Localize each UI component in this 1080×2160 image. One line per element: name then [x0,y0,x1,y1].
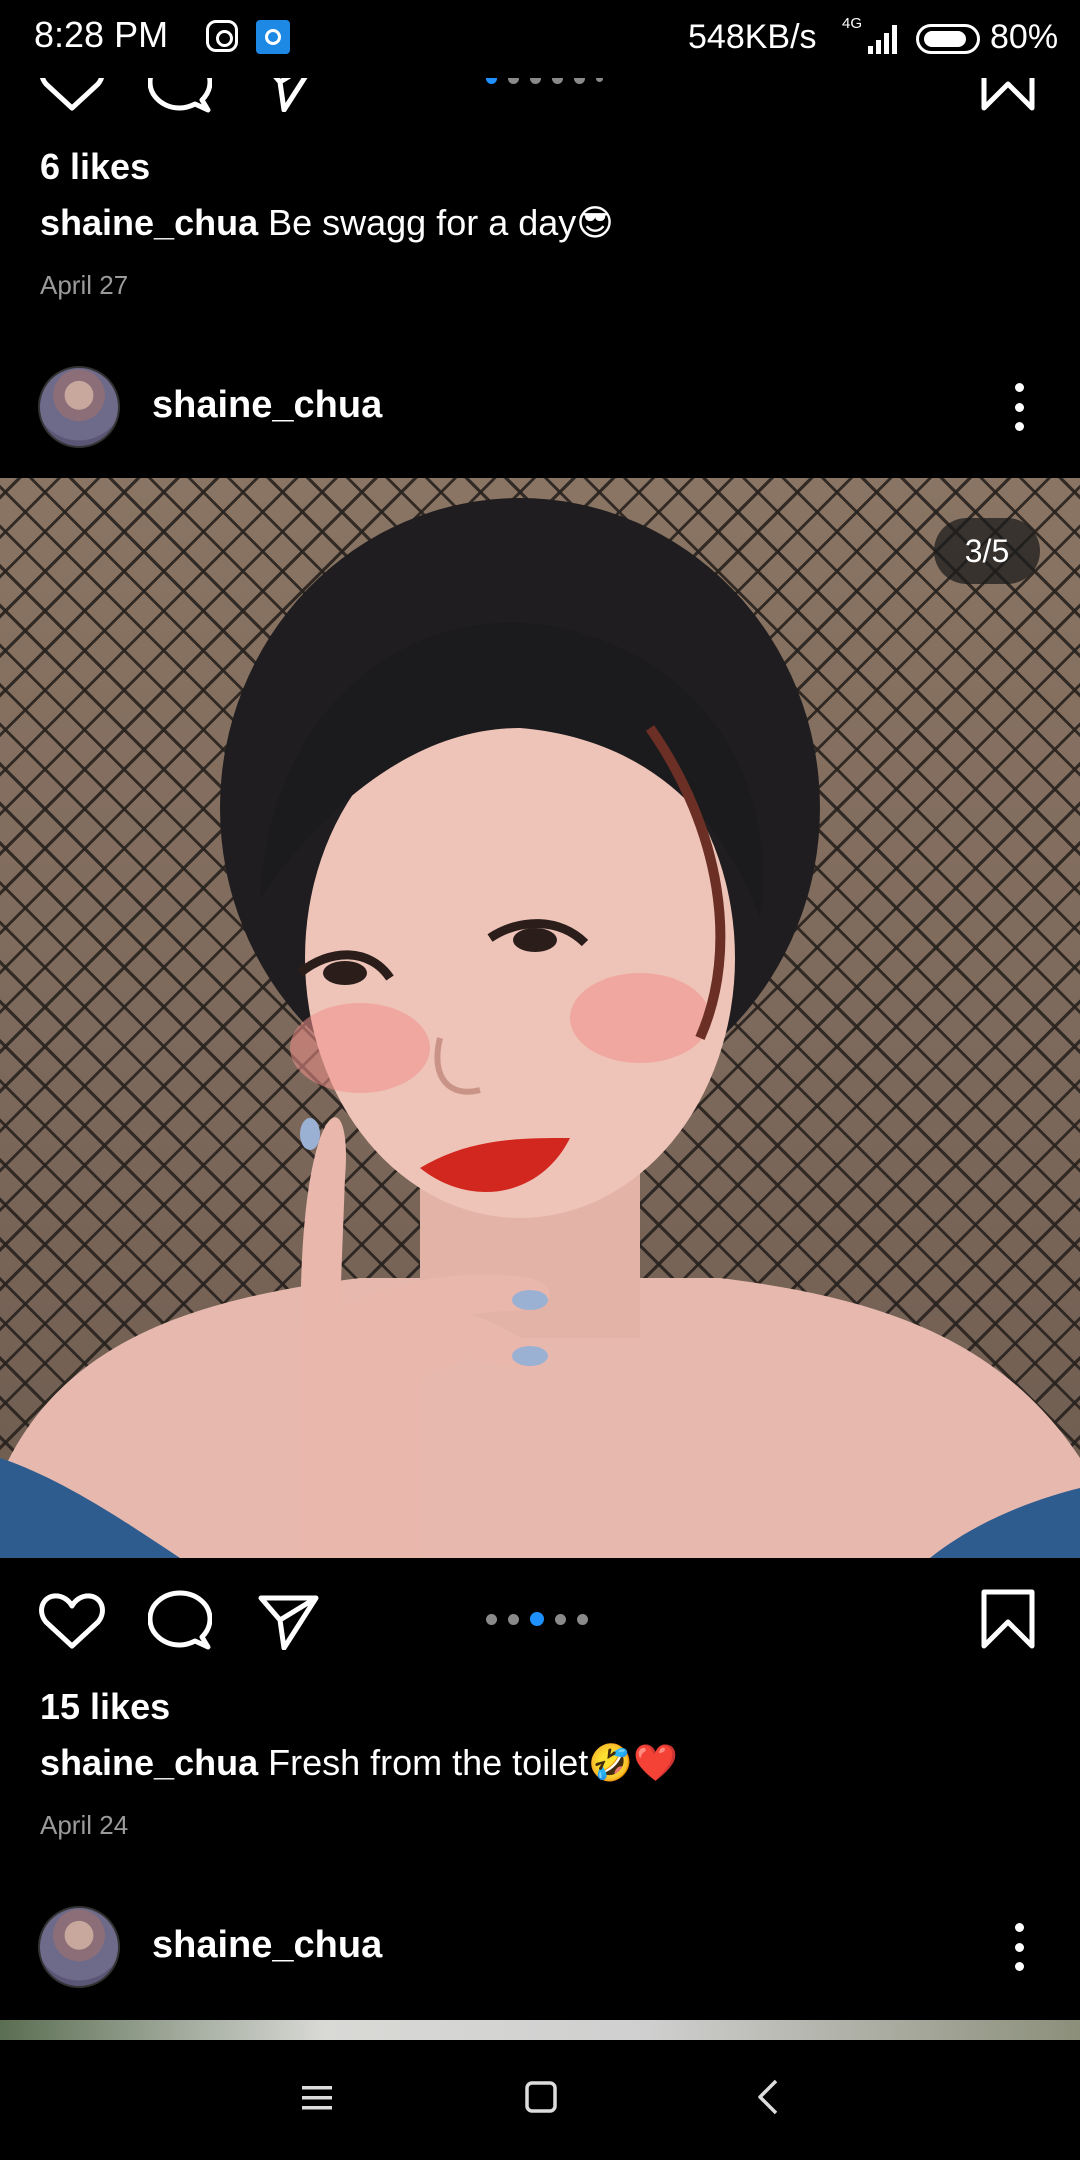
caption-username[interactable]: shaine_chua [40,1742,258,1783]
battery-icon [916,24,980,54]
avatar[interactable] [38,366,120,448]
signal-icon [868,25,897,54]
post-username[interactable]: shaine_chua [152,1924,382,1967]
status-bar: 8:28 PM 548KB/s 4G 80% [0,0,1080,78]
like-heart-icon[interactable] [38,1592,106,1650]
likes-count[interactable]: 15 likes [40,1686,170,1728]
battery-percent: 80% [990,18,1059,56]
back-icon[interactable] [756,2078,780,2116]
avatar[interactable] [38,1906,120,1988]
post-date: April 24 [40,1810,129,1840]
post-caption: shaine_chua Be swagg for a day😎 [40,202,614,244]
post-date: April 27 [40,270,129,300]
home-icon[interactable] [524,2080,558,2114]
caption-text: Be swagg for a day😎 [268,202,614,243]
share-send-icon[interactable] [258,1592,320,1650]
carousel-dot [577,1613,588,1625]
carousel-dot [555,1613,566,1625]
post-caption: shaine_chua Fresh from the toilet🤣❤️ [40,1742,678,1784]
image-counter-badge: 3/5 [934,518,1040,584]
post-username[interactable]: shaine_chua [152,384,382,427]
status-time: 8:28 PM [34,14,169,55]
carousel-dot-active [530,1612,544,1626]
carousel-indicator [486,1612,588,1626]
carousel-dot [508,1613,519,1625]
likes-count[interactable]: 6 likes [40,146,150,188]
caption-text: Fresh from the toilet🤣❤️ [268,1742,678,1783]
system-nav-bar [0,2040,1080,2160]
save-bookmark-icon[interactable] [980,1588,1036,1650]
next-post-image[interactable] [0,2020,1080,2040]
battery-level-fill [924,31,966,47]
carousel-dot [486,1613,497,1625]
selfie-illustration [0,498,1080,1558]
instagram-icon [206,20,238,52]
comment-icon[interactable] [148,1590,212,1652]
post-image[interactable]: 3/5 [0,478,1080,1558]
caption-username[interactable]: shaine_chua [40,202,258,243]
net-speed: 548KB/s [688,18,817,56]
more-options-icon[interactable] [1009,383,1029,431]
more-options-icon[interactable] [1009,1923,1029,1971]
menu-icon[interactable] [300,2082,334,2114]
app-notification-icon [256,20,290,54]
network-type: 4G [842,15,863,32]
